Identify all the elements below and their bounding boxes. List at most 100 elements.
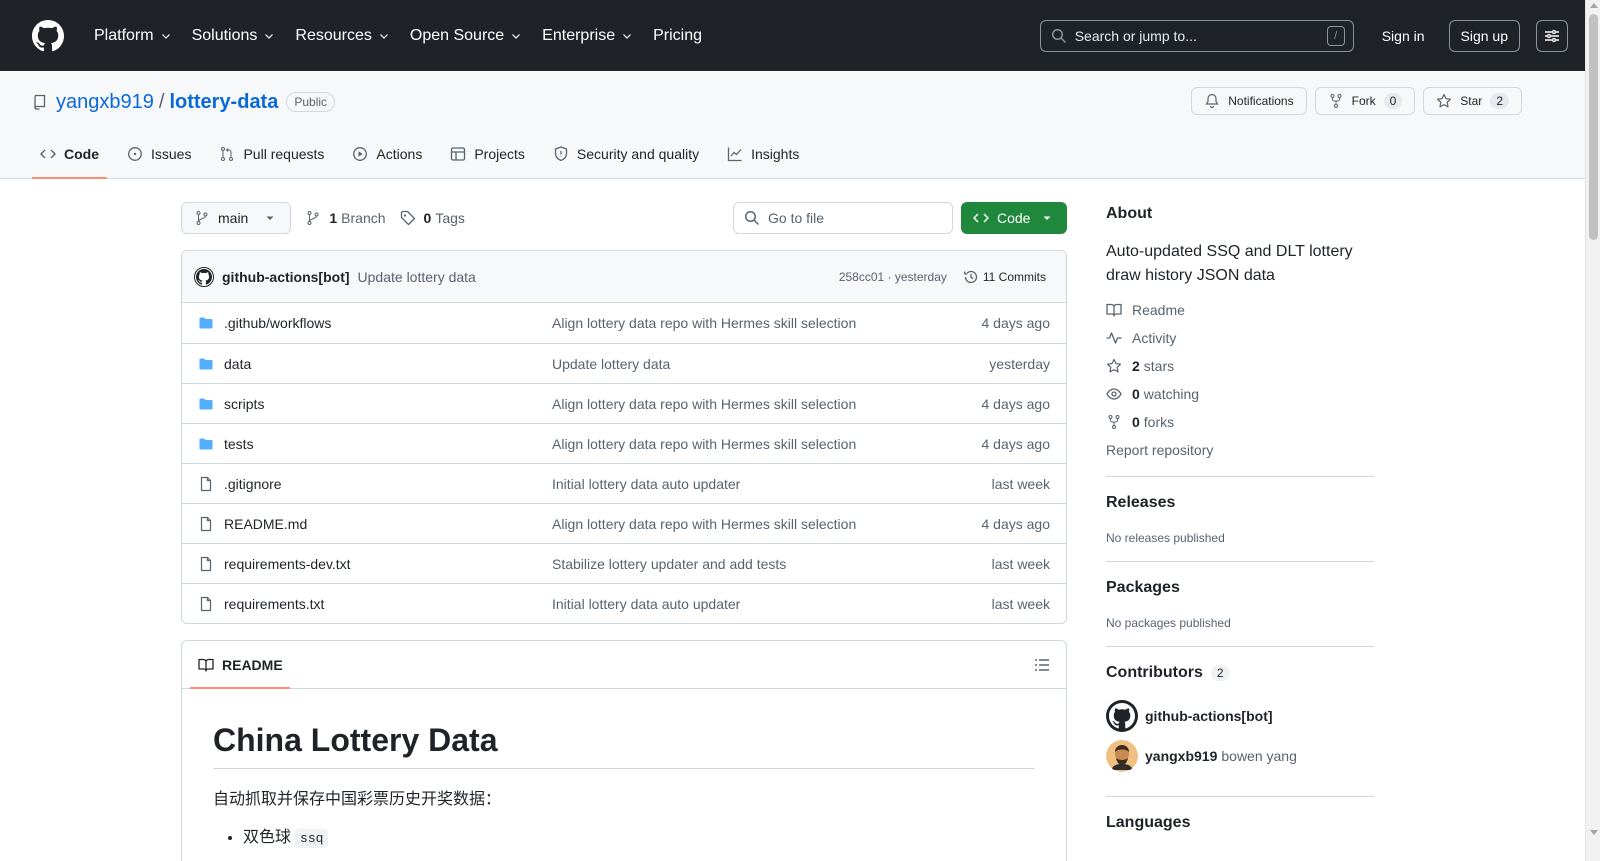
readme-item-text: 双色球 (243, 829, 292, 846)
chevron-down-icon (623, 33, 632, 39)
languages-heading: Languages (1106, 814, 1191, 831)
repo-owner-link[interactable]: yangxb919 (56, 91, 154, 114)
github-logo-icon (1109, 703, 1135, 729)
tags-link[interactable]: 0 Tags (400, 210, 465, 226)
branches-link[interactable]: 1 Branch (305, 210, 386, 226)
file-name-link[interactable]: requirements-dev.txt (224, 556, 552, 572)
stars-link[interactable]: 2 stars (1106, 358, 1374, 374)
file-name-link[interactable]: .github/workflows (224, 315, 552, 331)
nav-enterprise[interactable]: Enterprise (534, 21, 641, 51)
scroll-down-arrow-icon[interactable] (1590, 830, 1598, 835)
tab-code[interactable]: Code (32, 130, 107, 179)
table-row[interactable]: scripts Align lottery data repo with Herm… (182, 383, 1066, 423)
tab-projects[interactable]: Projects (442, 130, 533, 178)
sign-in-link[interactable]: Sign in (1378, 22, 1429, 50)
commits-link[interactable]: 11 Commits (963, 269, 1046, 285)
contributor-login: yangxb919 (1145, 748, 1218, 764)
file-icon (200, 556, 212, 571)
tab-issues[interactable]: Issues (119, 130, 199, 178)
nav-open-source[interactable]: Open Source (402, 21, 530, 51)
table-row[interactable]: data Update lottery data yesterday (182, 343, 1066, 383)
file-commit-link[interactable]: Align lottery data repo with Hermes skil… (552, 396, 982, 412)
readme-intro: 自动抓取并保存中国彩票历史开奖数据： (213, 791, 502, 808)
notifications-button[interactable]: Notifications (1191, 87, 1307, 115)
code-button-label: Code (997, 210, 1031, 226)
readme-tab[interactable]: README (198, 657, 283, 673)
code-dropdown-button[interactable]: Code (961, 202, 1067, 234)
table-row[interactable]: requirements-dev.txt Stabilize lottery up… (182, 543, 1066, 583)
sidebar: About Auto-updated SSQ and DLT lottery d… (1106, 180, 1374, 832)
packages-heading[interactable]: Packages (1106, 579, 1374, 597)
releases-heading[interactable]: Releases (1106, 494, 1374, 512)
file-commit-link[interactable]: Update lottery data (552, 356, 989, 372)
tab-security[interactable]: Security and quality (545, 130, 707, 178)
tab-insights-label: Insights (751, 146, 800, 162)
file-name-link[interactable]: README.md (224, 516, 552, 532)
search-icon (1051, 28, 1066, 43)
contributor-item[interactable]: github-actions[bot] (1106, 700, 1374, 732)
repo-icon (34, 94, 46, 110)
avatar[interactable] (194, 266, 214, 287)
commit-message-link[interactable]: Update lottery data (358, 269, 476, 285)
file-name-link[interactable]: .gitignore (224, 476, 552, 492)
file-name-link[interactable]: tests (224, 436, 552, 452)
readme-link[interactable]: Readme (1106, 302, 1374, 318)
tab-pull-requests[interactable]: Pull requests (211, 130, 332, 178)
file-commit-link[interactable]: Align lottery data repo with Hermes skil… (552, 436, 982, 452)
stars-count: 2 (1132, 358, 1140, 374)
list-icon[interactable] (1034, 657, 1050, 673)
nav-solutions[interactable]: Solutions (184, 21, 284, 51)
tag-icon (400, 210, 415, 226)
contributor-item[interactable]: yangxb919 bowen yang (1106, 740, 1374, 772)
menu-button[interactable] (1536, 19, 1568, 52)
about-heading: About (1106, 205, 1153, 222)
github-logo-icon[interactable] (32, 19, 64, 52)
table-row[interactable]: .github/workflows Align lottery data repo… (182, 303, 1066, 343)
tab-projects-label: Projects (474, 146, 525, 162)
commit-author-link[interactable]: github-actions[bot] (222, 269, 350, 285)
watchers-link[interactable]: 0 watching (1106, 386, 1374, 402)
search-placeholder: Search or jump to... (1074, 27, 1197, 44)
go-to-file-input[interactable]: Go to file (733, 202, 953, 234)
scroll-up-arrow-icon[interactable] (1590, 3, 1598, 8)
report-repository-link[interactable]: Report repository (1106, 442, 1374, 458)
branch-name: main (218, 210, 249, 226)
branch-icon (307, 211, 319, 225)
activity-link[interactable]: Activity (1106, 330, 1374, 346)
commit-hash-time[interactable]: 258cc01 · yesterday (839, 270, 947, 284)
search-input[interactable]: Search or jump to... / (1039, 19, 1354, 52)
fork-button[interactable]: Fork 0 (1314, 87, 1416, 115)
nav-platform[interactable]: Platform (86, 21, 180, 51)
file-name-link[interactable]: requirements.txt (224, 596, 552, 612)
table-row[interactable]: tests Align lottery data repo with Hermes… (182, 423, 1066, 463)
scrollbar-thumb[interactable] (1589, 14, 1598, 240)
watching-label: watching (1143, 386, 1200, 402)
branch-select[interactable]: main (181, 202, 292, 234)
github-logo-icon (196, 268, 212, 285)
table-row[interactable]: README.md Align lottery data repo with He… (182, 503, 1066, 543)
tab-actions[interactable]: Actions (344, 130, 430, 178)
file-commit-link[interactable]: Align lottery data repo with Hermes skil… (552, 516, 982, 532)
tab-code-label: Code (64, 146, 99, 162)
file-commit-link[interactable]: Align lottery data repo with Hermes skil… (552, 315, 982, 331)
file-commit-link[interactable]: Initial lottery data auto updater (552, 476, 992, 492)
main-column: main 1 Branch 0 Tags Go to file Code githu… (181, 180, 1067, 861)
file-name-link[interactable]: scripts (224, 396, 552, 412)
page-scrollbar[interactable] (1585, 0, 1600, 861)
eye-icon (1106, 388, 1122, 400)
table-row[interactable]: .gitignore Initial lottery data auto upda… (182, 463, 1066, 503)
file-name-link[interactable]: data (224, 356, 552, 372)
notifications-label: Notifications (1228, 94, 1294, 108)
table-row[interactable]: requirements.txt Initial lottery data aut… (182, 583, 1066, 623)
sign-up-button[interactable]: Sign up (1448, 19, 1520, 52)
repo-name-link[interactable]: lottery-data (169, 91, 278, 114)
contributors-heading[interactable]: Contributors 2 (1106, 664, 1374, 682)
star-button[interactable]: Star 2 (1423, 87, 1522, 115)
forks-link[interactable]: 0 forks (1106, 414, 1374, 430)
file-commit-link[interactable]: Stabilize lottery updater and add tests (552, 556, 992, 572)
nav-resources[interactable]: Resources (287, 21, 397, 51)
file-commit-link[interactable]: Initial lottery data auto updater (552, 596, 992, 612)
nav-pricing[interactable]: Pricing (645, 21, 710, 51)
chevron-down-icon (512, 33, 521, 39)
tab-insights[interactable]: Insights (719, 130, 807, 178)
